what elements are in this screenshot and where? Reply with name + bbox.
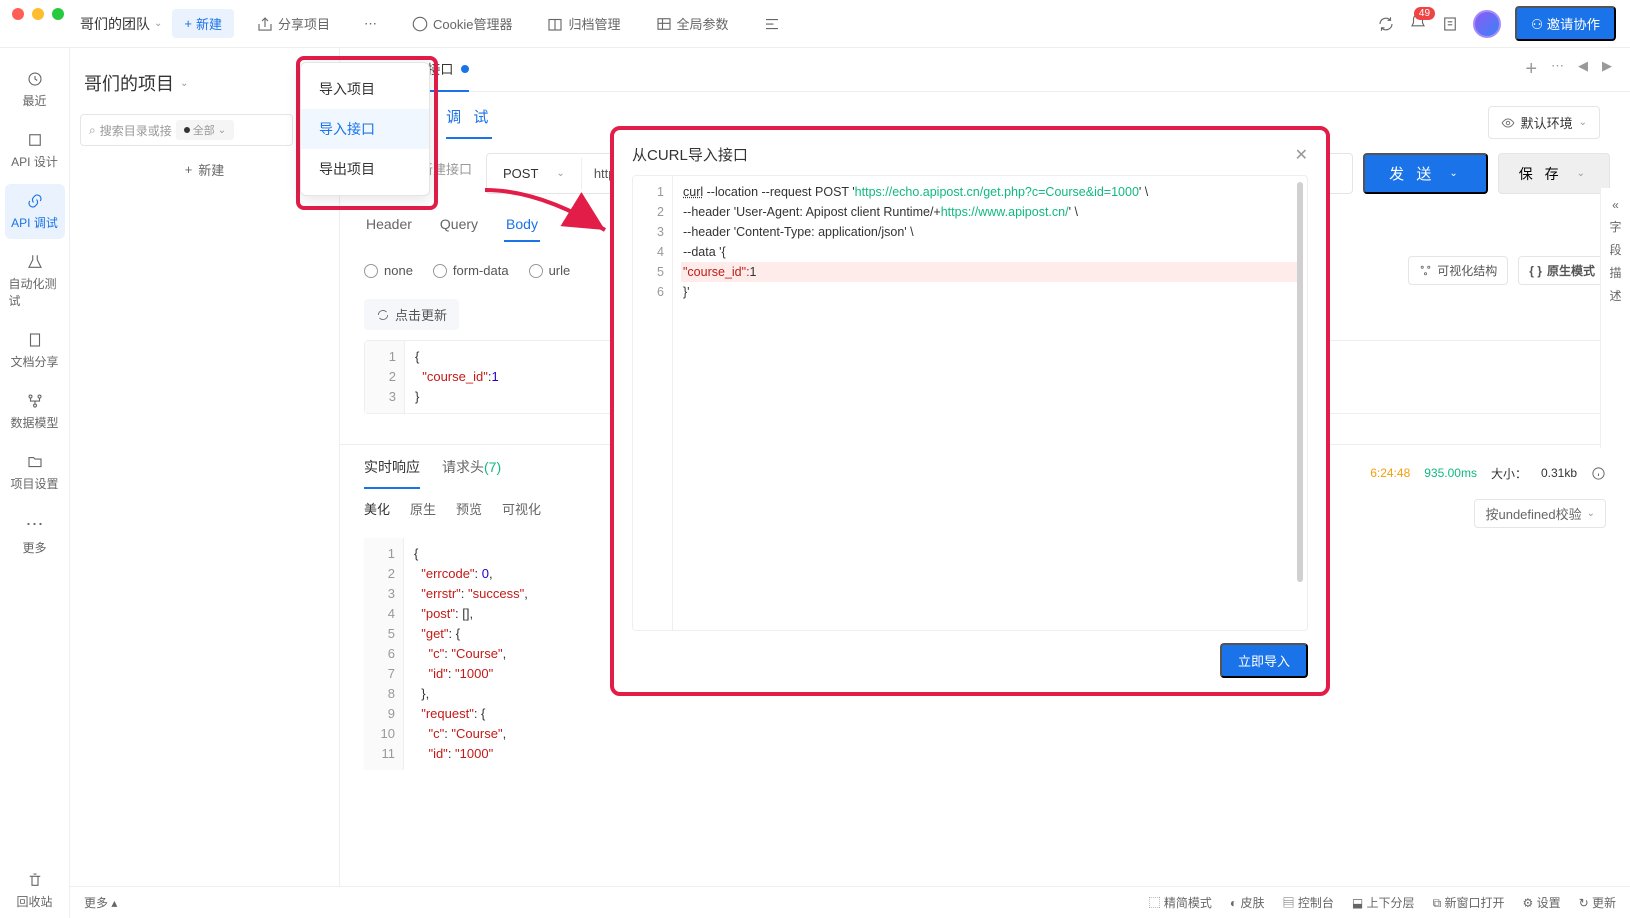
cookie-button[interactable]: Cookie管理器	[399, 9, 524, 38]
footer-compact[interactable]: ⬚ 精简模式	[1149, 894, 1212, 911]
save-button[interactable]: 保 存⌄	[1498, 153, 1610, 194]
share-icon	[256, 15, 274, 33]
resp-preview[interactable]: 预览	[456, 499, 482, 528]
import-popup: 导入项目 导入接口 导出项目	[300, 62, 430, 196]
curl-editor[interactable]: 123456 curl --location --request POST 'h…	[632, 175, 1308, 631]
design-icon	[26, 131, 44, 149]
chevron-down-icon: ⌄	[154, 18, 162, 29]
curl-import-modal: 从CURL导入接口 ✕ 123456 curl --location --requ…	[610, 126, 1330, 696]
resp-time: 6:24:48	[1370, 466, 1410, 480]
rail-settings[interactable]: 项目设置	[5, 445, 65, 500]
rail-design[interactable]: API 设计	[5, 123, 65, 178]
resp-pretty[interactable]: 美化	[364, 499, 390, 528]
resp-size: 0.31kb	[1541, 466, 1577, 480]
share-button[interactable]: 分享项目	[244, 9, 342, 38]
resp-duration: 935.00ms	[1424, 466, 1477, 480]
import-now-button[interactable]: 立即导入	[1220, 643, 1308, 678]
reqtab-body[interactable]: Body	[504, 208, 540, 242]
rail-recent[interactable]: 最近	[5, 62, 65, 117]
refresh-button[interactable]: 点击更新	[364, 299, 459, 330]
avatar[interactable]	[1473, 10, 1501, 38]
tab-prev-button[interactable]: ◀	[1578, 58, 1588, 81]
flask-icon	[26, 253, 44, 271]
footer: 更多 ▴ ⬚ 精简模式 ◐ 皮肤 ▤ 控制台 ⬓ 上下分层 ⧉ 新窗口打开 ⚙ …	[70, 886, 1630, 918]
footer-more[interactable]: 更多 ▴	[84, 894, 117, 911]
refresh-icon	[376, 308, 390, 322]
more-button[interactable]: ⋯	[352, 11, 389, 37]
left-rail: 最近 API 设计 API 调试 自动化测试 文档分享 数据模型 项目设置 ⋯更…	[0, 48, 70, 918]
topbar: 哥们的团队⌄ + 新建 分享项目 ⋯ Cookie管理器 归档管理 全局参数 4…	[0, 0, 1630, 48]
team-selector[interactable]: 哥们的团队⌄	[80, 14, 162, 34]
doc-icon	[26, 331, 44, 349]
unsaved-dot-icon	[461, 65, 469, 73]
sidebar-new[interactable]: + 新建	[80, 146, 329, 193]
footer-update[interactable]: ↻ 更新	[1579, 894, 1616, 911]
invite-button[interactable]: ⚇ 邀请协作	[1515, 6, 1616, 41]
window-controls[interactable]	[12, 8, 64, 20]
info-icon[interactable]	[1591, 466, 1606, 481]
raw-mode-button[interactable]: { } 原生模式	[1518, 256, 1606, 285]
footer-setting[interactable]: ⚙ 设置	[1522, 894, 1560, 911]
search-input[interactable]: ⌕搜索目录或接全部⌄	[80, 114, 293, 146]
global-button[interactable]: 全局参数	[643, 9, 741, 38]
resp-tab-live[interactable]: 实时响应	[364, 457, 420, 489]
body-none[interactable]: none	[364, 263, 413, 278]
notifications-button[interactable]: 49	[1409, 13, 1427, 34]
rail-autotest[interactable]: 自动化测试	[5, 245, 65, 317]
note-icon[interactable]	[1441, 15, 1459, 33]
method-selector[interactable]: POST⌄	[487, 158, 582, 189]
tree-icon	[1419, 264, 1432, 277]
resp-tab-headers[interactable]: 请求头(7)	[442, 457, 501, 489]
link-icon	[26, 192, 44, 210]
rail-models[interactable]: 数据模型	[5, 384, 65, 439]
rail-trash[interactable]: 回收站	[5, 863, 65, 918]
project-selector[interactable]: 哥们的项目⌄	[80, 60, 329, 106]
eye-icon	[1501, 116, 1515, 130]
popup-export-project[interactable]: 导出项目	[301, 149, 429, 189]
reqtab-query[interactable]: Query	[438, 208, 480, 242]
cookie-icon	[411, 15, 429, 33]
archive-icon	[546, 15, 564, 33]
footer-skin[interactable]: ◐ 皮肤	[1230, 894, 1265, 911]
new-button[interactable]: + 新建	[172, 9, 234, 38]
reqtab-header[interactable]: Header	[364, 208, 414, 242]
tab-strip: POST新建接口 + ⋯ ◀ ▶	[340, 48, 1630, 92]
chevron-down-icon: ⌄	[180, 78, 188, 89]
resp-visual[interactable]: 可视化	[502, 499, 541, 528]
model-icon	[26, 392, 44, 410]
send-button[interactable]: 发 送⌄	[1363, 153, 1488, 194]
subtab-debug[interactable]: 调 试	[446, 106, 492, 139]
modal-close-button[interactable]: ✕	[1295, 145, 1308, 165]
resp-raw[interactable]: 原生	[410, 499, 436, 528]
rail-docs[interactable]: 文档分享	[5, 323, 65, 378]
add-tab-button[interactable]: +	[1525, 58, 1537, 81]
popup-import-api[interactable]: 导入接口	[301, 109, 429, 149]
table-icon	[655, 15, 673, 33]
validate-selector[interactable]: 按undefined校验⌄	[1474, 499, 1606, 528]
clock-icon	[26, 70, 44, 88]
tab-next-button[interactable]: ▶	[1602, 58, 1612, 81]
archive-button[interactable]: 归档管理	[534, 9, 632, 38]
indent-icon	[763, 15, 781, 33]
rail-debug[interactable]: API 调试	[5, 184, 65, 239]
body-urlencoded[interactable]: urle	[529, 263, 571, 278]
right-strip[interactable]: « 字段描述	[1600, 188, 1630, 448]
trash-icon	[26, 871, 44, 889]
footer-newwin[interactable]: ⧉ 新窗口打开	[1433, 894, 1505, 911]
popup-import-project[interactable]: 导入项目	[301, 69, 429, 109]
footer-console[interactable]: ▤ 控制台	[1283, 894, 1334, 911]
collapse-button[interactable]	[751, 10, 793, 38]
modal-title: 从CURL导入接口	[632, 144, 748, 165]
footer-split[interactable]: ⬓ 上下分层	[1352, 894, 1415, 911]
resp-size-label: 大小：	[1491, 465, 1527, 482]
scrollbar[interactable]	[1297, 182, 1303, 582]
rail-more[interactable]: ⋯更多	[5, 506, 65, 564]
sync-icon[interactable]	[1377, 15, 1395, 33]
env-selector[interactable]: 默认环境⌄	[1488, 106, 1600, 139]
body-formdata[interactable]: form-data	[433, 263, 509, 278]
visual-mode-button[interactable]: 可视化结构	[1408, 256, 1508, 285]
tab-menu-button[interactable]: ⋯	[1551, 58, 1564, 81]
folder-gear-icon	[26, 453, 44, 471]
